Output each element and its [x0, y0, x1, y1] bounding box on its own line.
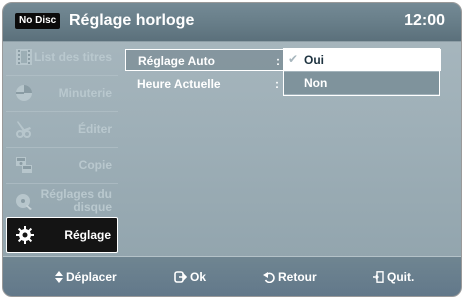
sidebar-item-timer[interactable]: Minuterie: [6, 76, 118, 110]
option-label: Non: [304, 76, 328, 90]
disc-icon: [14, 191, 34, 211]
back-label: Retour: [278, 270, 317, 284]
dvd-menu-window: No Disc Réglage horloge 12:00 List des t…: [2, 2, 462, 297]
auto-clock-dropdown[interactable]: ✔ Oui Non: [283, 48, 440, 96]
timer-icon: [14, 83, 34, 103]
no-disc-badge: No Disc: [15, 13, 61, 29]
up-down-arrows-icon: [55, 271, 63, 283]
ok-hint[interactable]: Ok: [174, 269, 206, 285]
setting-separator: :: [275, 77, 279, 91]
dropdown-option-yes[interactable]: ✔ Oui: [284, 49, 439, 71]
sidebar-item-copy[interactable]: Copie: [6, 148, 118, 182]
exit-door-icon: [373, 271, 384, 283]
sidebar-menu: List des titres Minuterie Éditer Copie R…: [6, 40, 120, 254]
sidebar-item-setup[interactable]: Réglage: [6, 217, 118, 253]
sidebar-item-edit[interactable]: Éditer: [6, 112, 118, 146]
page-title: Réglage horloge: [69, 12, 195, 29]
back-hint[interactable]: Retour: [263, 269, 317, 285]
sidebar-item-label: Éditer: [77, 121, 112, 136]
quit-label: Quit.: [387, 270, 415, 284]
return-arrow-icon: [263, 271, 275, 283]
dropdown-option-no[interactable]: Non: [284, 72, 439, 94]
option-label: Oui: [304, 53, 324, 67]
header-bar: No Disc Réglage horloge 12:00: [3, 3, 461, 42]
button-guide-bar: Déplacer Ok Retour Quit.: [3, 256, 461, 296]
sidebar-item-title-list[interactable]: List des titres: [6, 40, 118, 74]
setting-label: Réglage Auto: [138, 54, 215, 68]
setting-separator: :: [276, 54, 280, 68]
move-label: Déplacer: [66, 270, 117, 284]
scissors-icon: [14, 119, 34, 139]
sidebar-item-label: Minuterie: [58, 85, 112, 100]
sidebar-item-disc-settings[interactable]: Réglages du disque: [6, 184, 118, 218]
move-hint[interactable]: Déplacer: [55, 269, 117, 285]
copy-icon: [14, 155, 34, 175]
quit-hint[interactable]: Quit.: [373, 269, 414, 285]
sidebar-item-label: Copie: [78, 157, 112, 172]
film-icon: [14, 47, 34, 67]
setting-label: Heure Actuelle: [137, 77, 221, 91]
sidebar-item-label: Réglage: [64, 227, 111, 242]
sidebar-item-label: Réglages du disque: [40, 187, 112, 214]
clock-display: 12:00: [404, 12, 445, 29]
enter-icon: [174, 271, 187, 283]
ok-label: Ok: [190, 270, 207, 284]
sidebar-item-label: List des titres: [33, 49, 112, 64]
checkmark-icon: ✔: [288, 52, 299, 66]
